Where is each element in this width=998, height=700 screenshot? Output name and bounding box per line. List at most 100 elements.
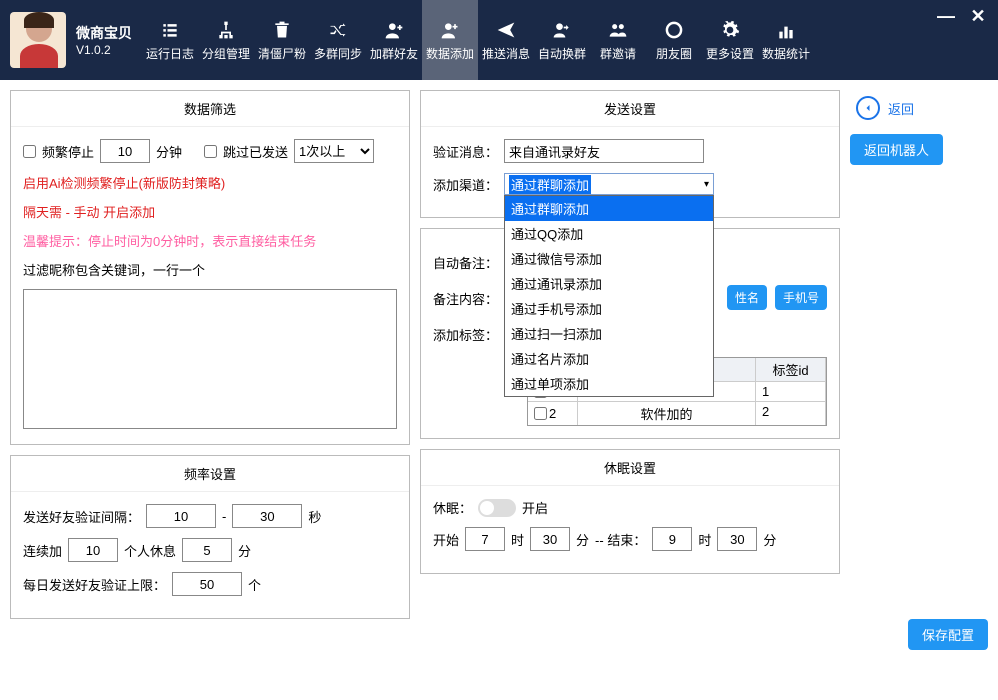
toolbar-users-button[interactable]: 群邀请 — [590, 0, 646, 80]
sleep-toggle[interactable] — [478, 499, 516, 517]
channel-option[interactable]: 通过单项添加 — [505, 371, 713, 396]
tree-icon — [215, 19, 237, 41]
rest-input[interactable] — [182, 538, 232, 562]
toolbar-user-swap-button[interactable]: 自动换群 — [534, 0, 590, 80]
toolbar-label: 加群好友 — [370, 45, 418, 62]
app-avatar — [10, 12, 66, 68]
back-robot-button[interactable]: 返回机器人 — [850, 134, 943, 165]
channel-option[interactable]: 通过手机号添加 — [505, 296, 713, 321]
minute-label: 分钟 — [156, 142, 182, 161]
toolbar-label: 推送消息 — [482, 45, 530, 62]
toolbar-user-plus-button[interactable]: 加群好友 — [366, 0, 422, 80]
freq-stop-minutes-input[interactable] — [100, 139, 150, 163]
gear-icon — [719, 19, 741, 41]
toolbar-send-button[interactable]: 推送消息 — [478, 0, 534, 80]
app-name: 微商宝贝 — [76, 23, 132, 43]
channel-option[interactable]: 通过扫一扫添加 — [505, 321, 713, 346]
add-tag-label: 添加标签： — [433, 325, 498, 344]
data-filter-panel: 数据筛选 频繁停止 分钟 跳过已发送 1次以上 启用Ai检测频繁停止(新版防封策… — [10, 90, 410, 445]
start-hour-input[interactable] — [465, 527, 505, 551]
channel-option[interactable]: 通过微信号添加 — [505, 246, 713, 271]
stop-time-hint: 温馨提示：停止时间为0分钟时，表示直接结束任务 — [23, 231, 397, 250]
start-minute-input[interactable] — [530, 527, 570, 551]
count-select[interactable]: 1次以上 — [294, 139, 374, 163]
toolbar-circle-button[interactable]: 朋友圈 — [646, 0, 702, 80]
panel-title: 发送设置 — [421, 91, 839, 127]
interval-max-input[interactable] — [232, 504, 302, 528]
toolbar-label: 清僵尸粉 — [258, 45, 306, 62]
table-header-tagid: 标签id — [756, 358, 826, 381]
toolbar-tree-button[interactable]: 分组管理 — [198, 0, 254, 80]
toolbar-user-add-button[interactable]: 数据添加 — [422, 0, 478, 80]
frequency-panel: 频率设置 发送好友验证间隔： - 秒 连续加 个人休息 分 每日发送 — [10, 455, 410, 619]
toolbar-label: 分组管理 — [202, 45, 250, 62]
row-checkbox[interactable] — [534, 407, 547, 420]
toolbar-bars-button[interactable]: 数据统计 — [758, 0, 814, 80]
auto-remark-label: 自动备注： — [433, 253, 498, 272]
continuous-add-input[interactable] — [68, 538, 118, 562]
end-minute-input[interactable] — [717, 527, 757, 551]
toolbar-list-button[interactable]: 运行日志 — [142, 0, 198, 80]
channel-option[interactable]: 通过通讯录添加 — [505, 271, 713, 296]
minute-label: 分 — [238, 541, 251, 560]
end-separator: -- 结束： — [595, 530, 646, 549]
second-label: 秒 — [308, 507, 321, 526]
toolbar-label: 更多设置 — [706, 45, 754, 62]
minimize-button[interactable]: — — [934, 4, 958, 28]
toolbar-label: 多群同步 — [314, 45, 362, 62]
remark-name-button[interactable]: 性名 — [727, 285, 767, 310]
close-button[interactable]: ✕ — [966, 4, 990, 28]
add-channel-dropdown[interactable]: 通过群聊添加 ▾ 通过群聊添加通过QQ添加通过微信号添加通过通讯录添加通过手机号… — [504, 173, 714, 195]
circle-icon — [663, 19, 685, 41]
minute-label: 分 — [763, 530, 776, 549]
unit-label: 个 — [248, 575, 261, 594]
users-icon — [607, 19, 629, 41]
send-icon — [495, 19, 517, 41]
next-day-hint: 隔天需 - 手动 开启添加 — [23, 202, 397, 221]
toolbar-trash-button[interactable]: 清僵尸粉 — [254, 0, 310, 80]
toolbar-label: 自动换群 — [538, 45, 586, 62]
ai-detection-hint: 启用Ai检测频繁停止(新版防封策略) — [23, 173, 397, 192]
toolbar-label: 数据添加 — [426, 45, 474, 62]
interval-min-input[interactable] — [146, 504, 216, 528]
channel-options-list: 通过群聊添加通过QQ添加通过微信号添加通过通讯录添加通过手机号添加通过扫一扫添加… — [504, 195, 714, 397]
bars-icon — [775, 19, 797, 41]
skip-sent-label: 跳过已发送 — [223, 142, 288, 161]
channel-option[interactable]: 通过群聊添加 — [505, 196, 713, 221]
sleep-on-label: 开启 — [522, 498, 548, 517]
toolbar-gear-button[interactable]: 更多设置 — [702, 0, 758, 80]
toolbar-label: 群邀请 — [600, 45, 636, 62]
add-channel-label: 添加渠道： — [433, 175, 498, 194]
table-row: 2软件加的2 — [528, 401, 826, 425]
back-link[interactable]: 返回 — [856, 96, 914, 120]
daily-limit-input[interactable] — [172, 572, 242, 596]
remark-content-label: 备注内容： — [433, 289, 498, 308]
toolbar-label: 运行日志 — [146, 45, 194, 62]
channel-selected-value: 通过群聊添加 — [509, 175, 591, 194]
remark-phone-button[interactable]: 手机号 — [775, 285, 827, 310]
shuffle-icon — [327, 19, 349, 41]
panel-title: 数据筛选 — [11, 91, 409, 127]
end-hour-input[interactable] — [652, 527, 692, 551]
channel-option[interactable]: 通过名片添加 — [505, 346, 713, 371]
channel-option[interactable]: 通过QQ添加 — [505, 221, 713, 246]
skip-sent-checkbox[interactable] — [204, 145, 217, 158]
keyword-filter-label: 过滤昵称包含关键词，一行一个 — [23, 260, 397, 279]
freq-stop-checkbox[interactable] — [23, 145, 36, 158]
freq-stop-label: 频繁停止 — [42, 142, 94, 161]
app-version: V1.0.2 — [76, 43, 132, 57]
hour-label: 时 — [511, 530, 524, 549]
send-settings-panel: 发送设置 验证消息： 添加渠道： 通过群聊添加 ▾ 通过群聊添加通过QQ添加通过… — [420, 90, 840, 218]
list-icon — [159, 19, 181, 41]
minute-label: 分 — [576, 530, 589, 549]
continuous-add-label: 连续加 — [23, 541, 62, 560]
trash-icon — [271, 19, 293, 41]
user-swap-icon — [551, 19, 573, 41]
toolbar-shuffle-button[interactable]: 多群同步 — [310, 0, 366, 80]
user-add-icon — [439, 19, 461, 41]
keyword-filter-textarea[interactable] — [23, 289, 397, 429]
save-config-button[interactable]: 保存配置 — [908, 619, 988, 650]
main-toolbar: 运行日志分组管理清僵尸粉多群同步加群好友数据添加推送消息自动换群群邀请朋友圈更多… — [142, 0, 814, 80]
verify-message-input[interactable] — [504, 139, 704, 163]
toolbar-label: 数据统计 — [762, 45, 810, 62]
